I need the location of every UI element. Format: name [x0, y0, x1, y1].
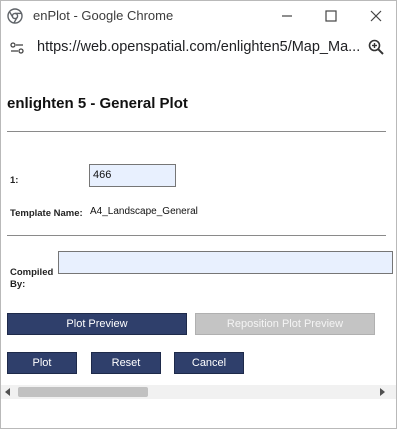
horizontal-scrollbar[interactable] — [1, 385, 396, 399]
minimize-icon[interactable] — [278, 7, 296, 25]
maximize-icon[interactable] — [322, 7, 340, 25]
window-title: enPlot - Google Chrome — [33, 8, 174, 23]
compiled-by-label: Compiled By: — [10, 267, 54, 290]
field-1-input[interactable]: 466 — [89, 164, 176, 187]
divider — [7, 235, 386, 236]
reposition-plot-preview-button: Reposition Plot Preview — [195, 313, 375, 335]
reset-button[interactable]: Reset — [91, 352, 161, 374]
browser-window: enPlot - Google Chrome https://web.opens… — [0, 0, 397, 429]
template-name-label: Template Name: — [10, 208, 83, 219]
chrome-icon — [7, 8, 23, 24]
compiled-by-input[interactable] — [58, 251, 393, 274]
close-icon[interactable] — [367, 7, 385, 25]
cancel-button[interactable]: Cancel — [174, 352, 244, 374]
divider — [7, 131, 386, 132]
window-bottom — [1, 399, 396, 428]
scrollbar-thumb[interactable] — [18, 387, 148, 397]
url-text[interactable]: https://web.openspatial.com/enlighten5/M… — [37, 39, 360, 55]
zoom-icon[interactable] — [367, 38, 385, 56]
page-title: enlighten 5 - General Plot — [7, 95, 188, 112]
plot-preview-button[interactable]: Plot Preview — [7, 313, 187, 335]
scroll-left-icon[interactable] — [5, 388, 10, 396]
page-content: enlighten 5 - General Plot 1: 466 Templa… — [1, 65, 396, 403]
title-bar: enPlot - Google Chrome — [1, 1, 396, 31]
site-info-icon[interactable] — [8, 39, 26, 57]
template-name-value: A4_Landscape_General — [90, 206, 198, 217]
scroll-right-icon[interactable] — [380, 388, 385, 396]
plot-button[interactable]: Plot — [7, 352, 77, 374]
address-bar: https://web.openspatial.com/enlighten5/M… — [1, 31, 396, 65]
field-1-label: 1: — [10, 175, 19, 186]
